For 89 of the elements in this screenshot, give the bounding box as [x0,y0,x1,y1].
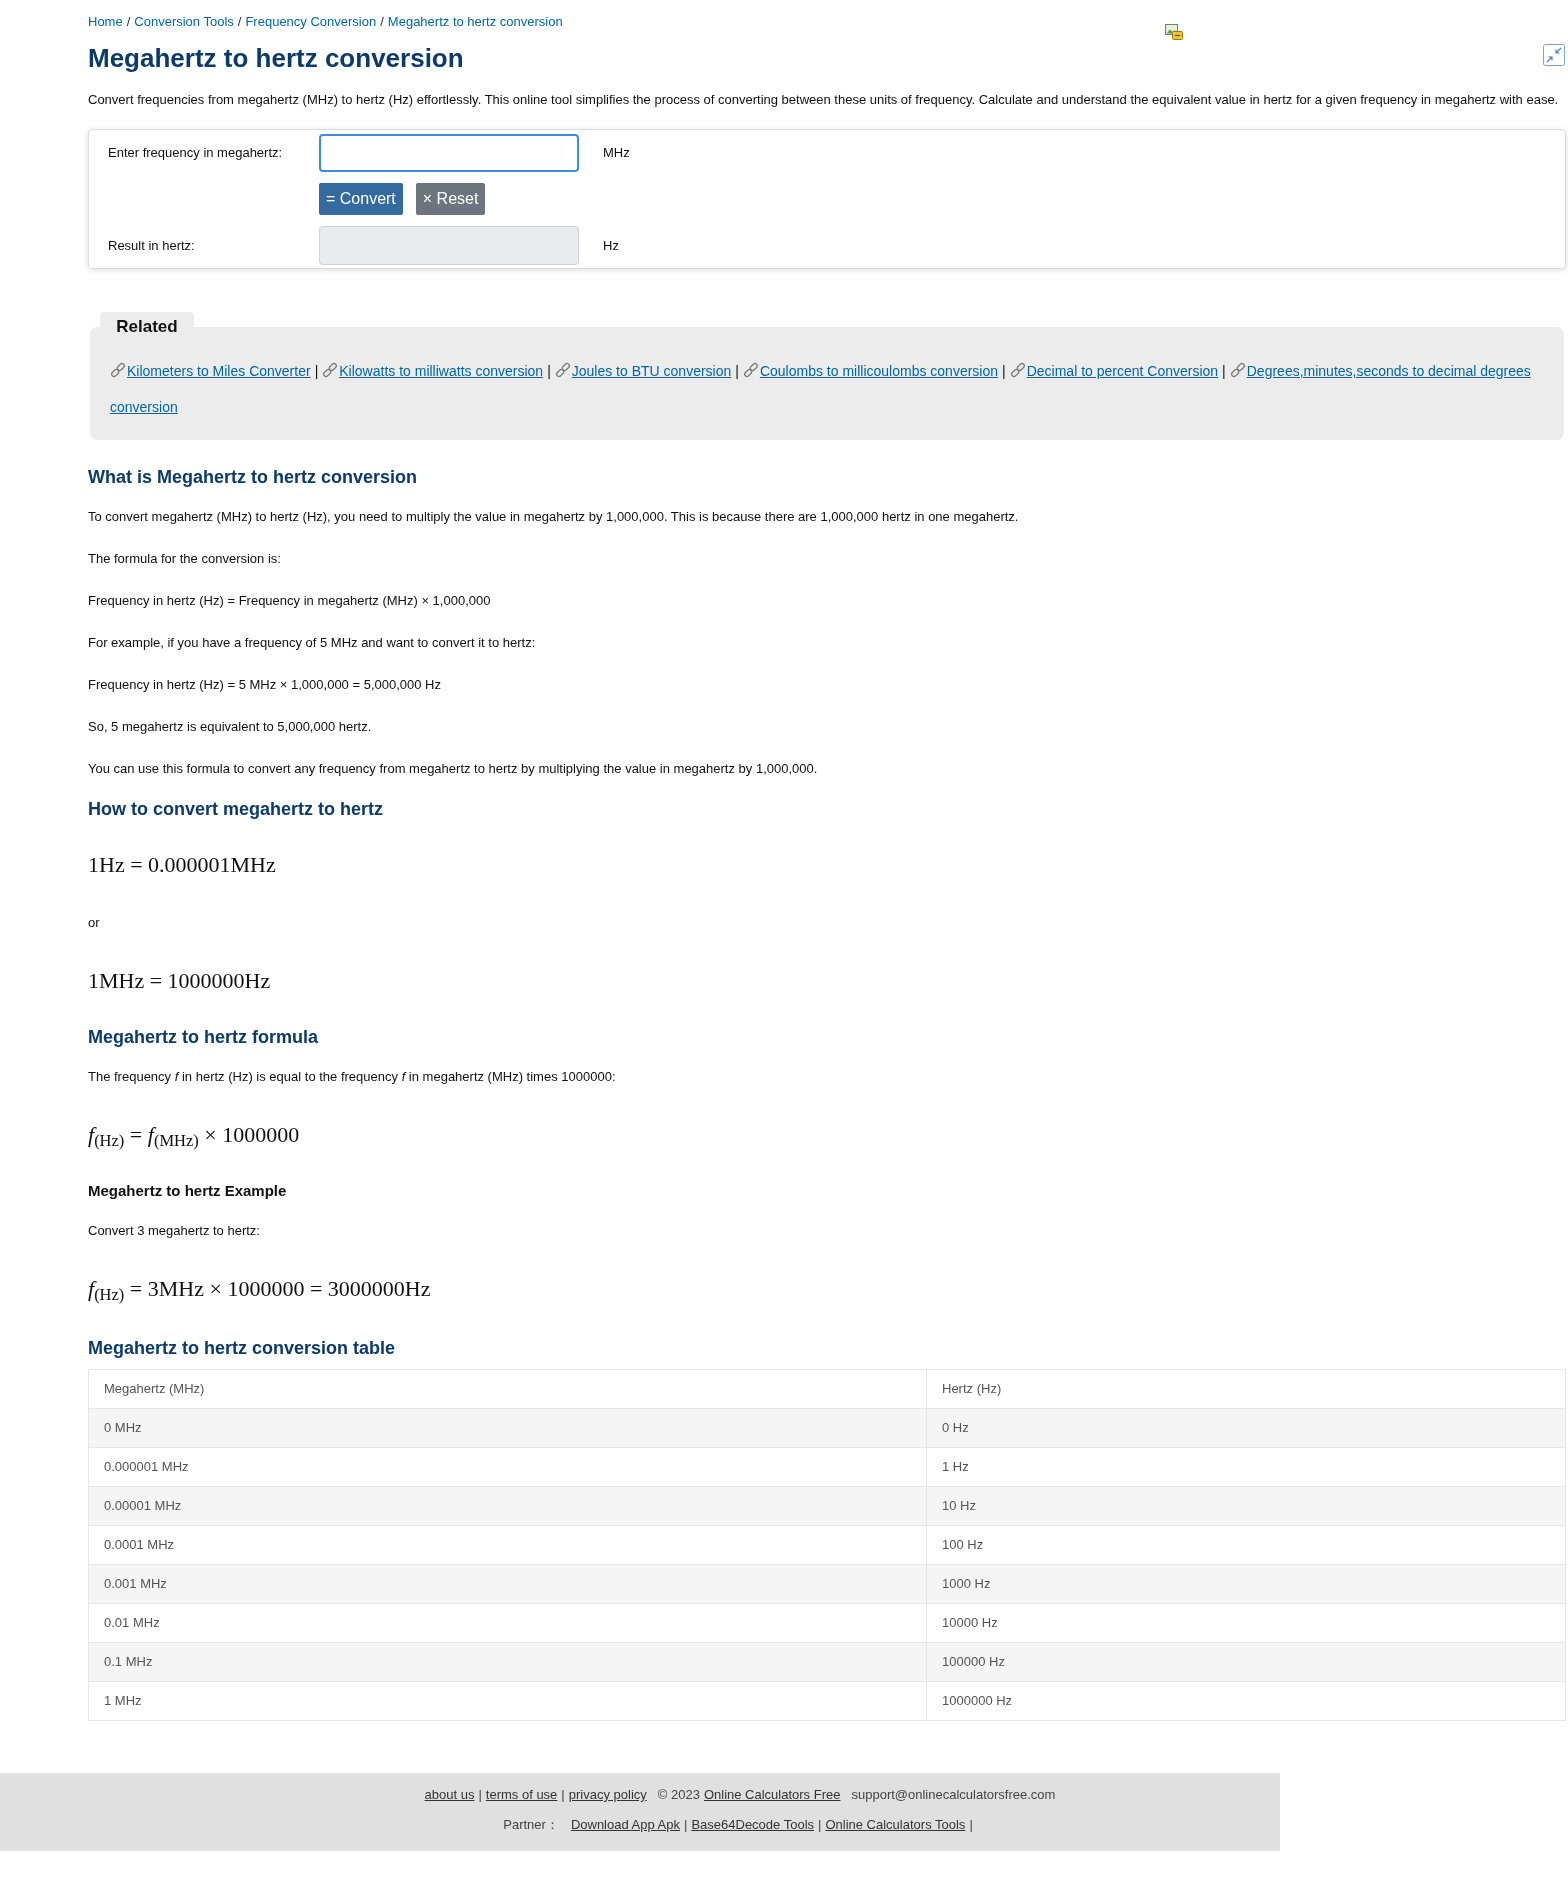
footer-link[interactable]: Online Calculators Tools [825,1810,966,1840]
link-icon [742,362,759,378]
table-cell: 0 Hz [926,1408,1566,1448]
footer-separator: | [478,1786,482,1804]
table-cell: 0.000001 MHz [88,1447,927,1487]
link-icon [1009,362,1026,378]
paragraph: To convert megahertz (MHz) to hertz (Hz), you need to multiply the value in megahertz by 1,000,000. This is because there are 1,000,000 hertz in one megahertz. [88,508,1019,526]
convert-button[interactable]: = Convert [319,183,403,215]
link-icon [1229,362,1246,378]
table-cell: 10 Hz [926,1486,1566,1526]
shrink-icon[interactable] [1543,44,1565,66]
math-formula: 1Hz = 0.000001MHz [88,851,276,879]
related-link[interactable]: Kilometers to Miles Converter [127,363,311,379]
breadcrumb-separator: / [237,14,242,29]
table-cell: 1 MHz [88,1681,927,1721]
table-cell: 1000000 Hz [926,1681,1566,1721]
link-icon [110,362,126,378]
table-cell: 0.00001 MHz [88,1486,927,1526]
related-link[interactable]: Degrees,minutes,seconds to decimal degrees [1246,363,1531,379]
footer-separator: | [561,1786,565,1804]
footer-link[interactable]: about us [424,1780,475,1810]
intro-paragraph: Convert frequencies from megahertz (MHz) to hertz (Hz) effortlessly. This online tool simplifies the process of converting between these units of frequency. Calculate and understand the equivalent value in hertz for a given frequency in megahertz with ease. [88,91,1560,109]
table-cell: 0.0001 MHz [88,1525,927,1565]
math-formula: f$_{(Hz)}$ = 3MHz × 1000000 = 3000000Hz [88,1275,431,1304]
reset-button[interactable]: × Reset [415,183,486,215]
partner-label: Partner： [503,1816,559,1834]
page-title: Megahertz to hertz conversion [88,42,464,74]
paragraph: You can use this formula to convert any frequency from megahertz to hertz by multiplying the value in megahertz by 1,000,000. [88,760,818,778]
column-header: Megahertz (MHz) [88,1369,927,1409]
table-cell: 0.01 MHz [88,1603,927,1643]
unit-label: MHz [603,144,630,163]
footer-link[interactable]: Download App Apk [570,1810,680,1840]
footer-link[interactable]: Base64Decode Tools [691,1810,815,1840]
link-separator: | [735,363,739,379]
field-label: Result in hertz: [108,236,196,255]
related-link[interactable]: conversion [110,399,178,415]
paragraph: Convert 3 megahertz to hertz: [88,1222,260,1240]
math-formula: f$_{(Hz)}$ = f$_{(MHz)}$ × 1000000 [88,1121,300,1150]
link-separator: | [314,363,319,379]
breadcrumb-separator: / [380,14,384,29]
math-formula: 1MHz = 1000000Hz [88,967,271,995]
footer-separator: | [818,1816,822,1834]
footer-link[interactable]: terms of use [485,1780,558,1810]
related-link[interactable]: Joules to BTU conversion [571,363,732,379]
field-label: Enter frequency in megahertz: [108,144,284,163]
table-cell: 0.001 MHz [88,1564,927,1604]
table-cell: 10000 Hz [926,1603,1566,1643]
paragraph: Frequency in hertz (Hz) = Frequency in megahertz (MHz) × 1,000,000 [88,592,491,610]
related-link[interactable]: Coulombs to millicoulombs conversion [759,363,999,379]
breadcrumb-separator: / [126,14,131,29]
related-link[interactable]: Decimal to percent Conversion [1026,363,1219,379]
link-icon [554,362,571,378]
paragraph: Frequency in hertz (Hz) = 5 MHz × 1,000,000 = 5,000,000 Hz [88,676,441,694]
paragraph: or [88,914,100,932]
breadcrumb-link[interactable]: Home [88,14,123,29]
image-icon[interactable] [1165,24,1183,40]
related-link[interactable]: Kilowatts to milliwatts conversion [339,363,544,379]
footer-link[interactable]: privacy policy [568,1780,647,1810]
link-separator: | [547,363,551,379]
link-separator: | [1002,363,1006,379]
link-icon [322,362,339,378]
section-heading: What is Megahertz to hertz conversion [88,466,418,488]
breadcrumb-link[interactable]: Conversion Tools [134,14,234,29]
column-header: Hertz (Hz) [926,1369,1566,1409]
breadcrumb-link[interactable]: Frequency Conversion [245,14,377,29]
footer-separator: | [969,1816,973,1834]
paragraph: For example, if you have a frequency of 5 MHz and want to convert it to hertz: [88,634,536,652]
copyright-text: © 2023 [657,1786,700,1804]
frequency-input[interactable] [319,134,579,172]
email-text: support@onlinecalculatorsfree.com [851,1786,1056,1804]
table-cell: 0.1 MHz [88,1642,927,1682]
section-heading: Megahertz to hertz conversion table [88,1336,396,1359]
footer-link[interactable]: Online Calculators Free [703,1780,841,1810]
unit-label: Hz [603,236,619,255]
table-cell: 1000 Hz [926,1564,1566,1604]
breadcrumb-link[interactable]: Megahertz to hertz conversion [387,14,563,29]
section-heading: How to convert megahertz to hertz [88,798,384,820]
result-field[interactable] [319,226,579,265]
section-heading: Megahertz to hertz formula [88,1026,319,1048]
table-cell: 100 Hz [926,1525,1566,1565]
paragraph: The formula for the conversion is: [88,550,281,568]
table-cell: 0 MHz [88,1408,927,1448]
table-cell: 1 Hz [926,1447,1566,1487]
example-heading: Megahertz to hertz Example [88,1181,287,1201]
link-separator: | [1222,363,1226,379]
table-cell: 100000 Hz [926,1642,1566,1682]
paragraph: The frequency f in hertz (Hz) is equal to the frequency f in megahertz (MHz) times 1000000: [88,1068,616,1086]
footer-separator: | [684,1816,688,1834]
paragraph: So, 5 megahertz is equivalent to 5,000,000 hertz. [88,718,372,736]
